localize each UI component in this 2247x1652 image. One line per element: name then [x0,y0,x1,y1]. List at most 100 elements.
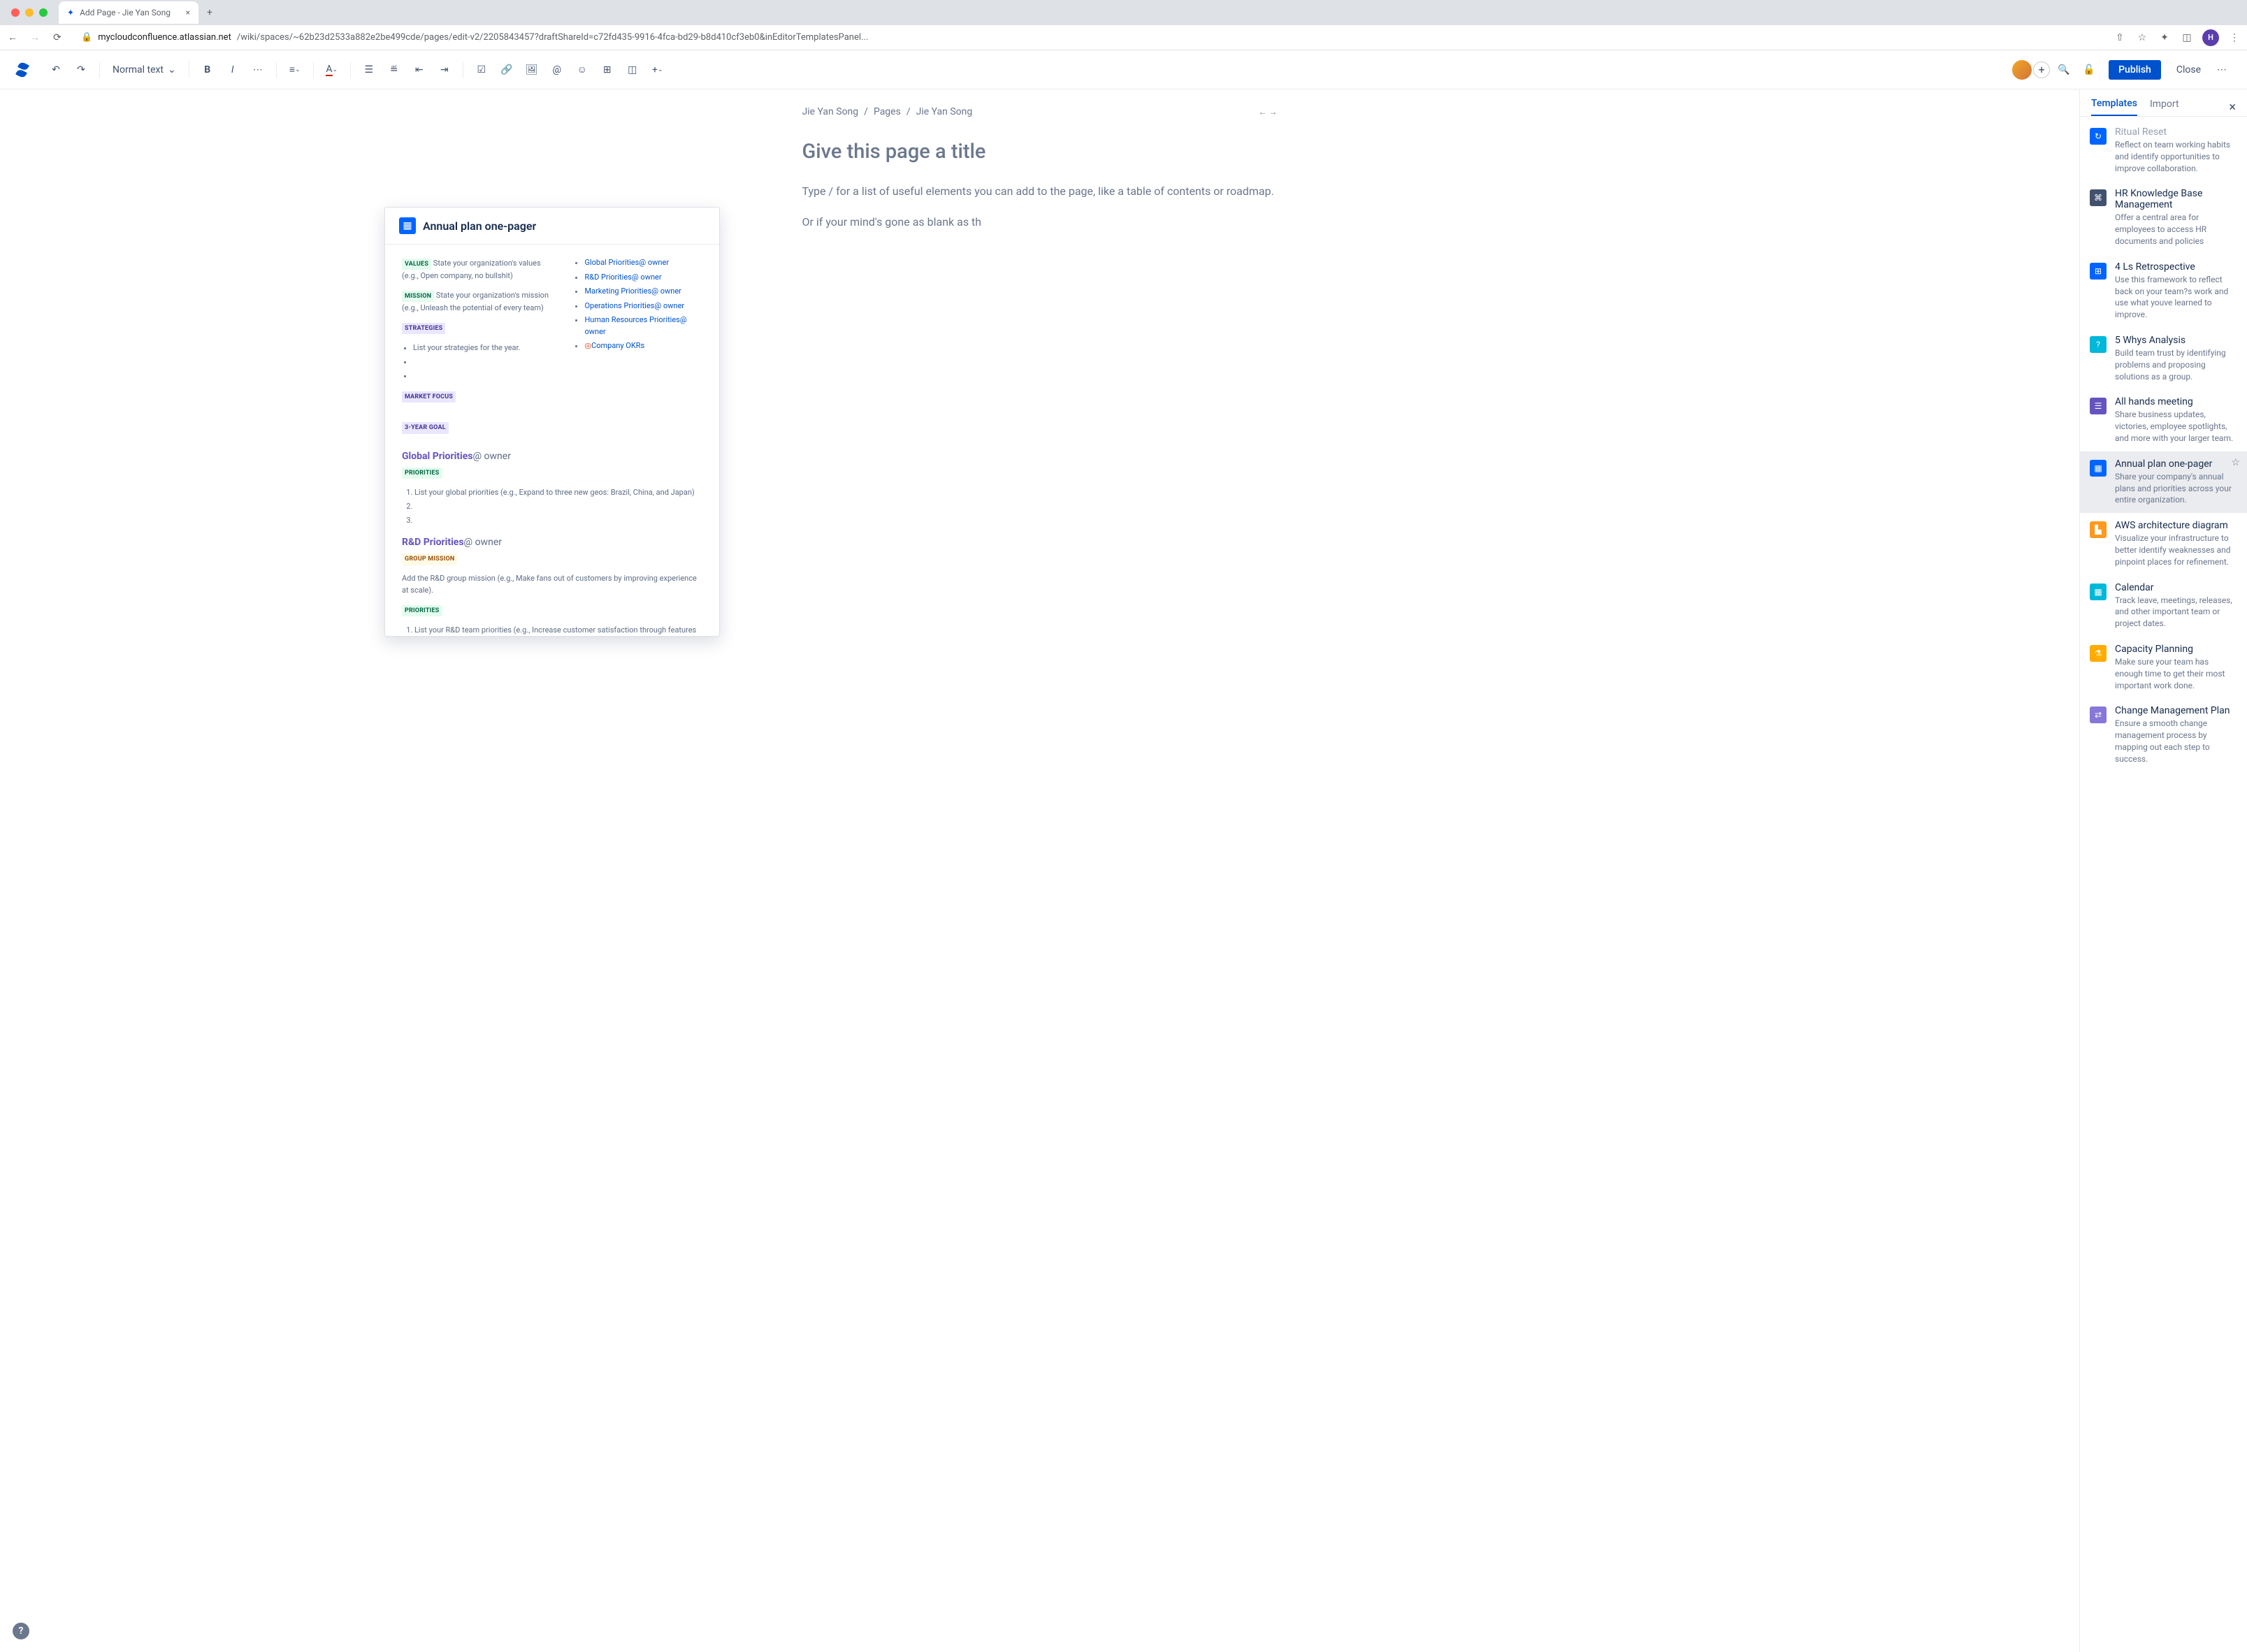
link-global[interactable]: Global Priorities [584,258,639,267]
insert-button[interactable]: + ⌄ [646,59,669,81]
undo-button[interactable]: ↶ [45,59,67,81]
template-item[interactable]: ⊞4 Ls RetrospectiveUse this framework to… [2080,254,2247,328]
indent-button[interactable]: ⇥ [433,59,456,81]
restrictions-button[interactable]: 🔓 [2078,59,2100,81]
link-operations[interactable]: Operations Priorities [584,301,654,310]
market-tag: MARKET FOCUS [402,391,456,403]
emoji-button[interactable]: ☺ [571,59,593,81]
global-priorities-list: List your global priorities (e.g., Expan… [402,486,702,527]
preview-header: ▦ Annual plan one-pager [385,208,719,245]
url-field[interactable]: 🔒 mycloudconfluence.atlassian.net/wiki/s… [73,29,2104,45]
template-item-icon: ▙ [2090,521,2107,538]
template-item[interactable]: ⚗Capacity PlanningMake sure your team ha… [2080,637,2247,698]
bullet-list-button[interactable]: ☰ [358,59,380,81]
user-avatar[interactable] [2011,59,2033,81]
confluence-logo-icon[interactable] [14,61,31,78]
template-item[interactable]: ?5 Whys AnalysisBuild team trust by iden… [2080,328,2247,389]
section-global: Global Priorities@ owner [402,451,702,462]
template-item-icon: ⇄ [2090,707,2107,723]
template-item[interactable]: ☰ All hands meeting Share business updates… [2080,389,2247,451]
star-icon[interactable]: ☆ [2231,457,2240,468]
confluence-tab-icon: ✦ [67,8,74,17]
template-item-desc: Share business updates, victories, emplo… [2115,409,2237,444]
template-item[interactable]: ▙ AWS architecture diagramVisualize your … [2080,513,2247,574]
breadcrumb-item[interactable]: Jie Yan Song [916,106,973,117]
template-item-title: All hands meeting [2115,396,2237,407]
image-button[interactable]: 🖼 [521,59,543,81]
italic-button[interactable]: I [222,59,244,81]
rd-mission-text: Add the R&D group mission (e.g., Make fa… [402,572,702,597]
bullet-item: List your strategies for the year. [413,341,556,355]
numbered-list-button[interactable]: ≝ [383,59,405,81]
more-actions-button[interactable]: ⋯ [2211,59,2233,81]
search-button[interactable]: 🔍 [2053,59,2075,81]
goal-tag: 3-YEAR GOAL [402,422,449,433]
action-item-button[interactable]: ☑ [470,59,493,81]
priorities-tag: PRIORITIES [402,468,442,479]
profile-avatar[interactable]: H [2202,29,2219,46]
bookmark-icon[interactable]: ☆ [2135,32,2149,43]
text-color-button[interactable]: A ⌄ [321,59,343,81]
bold-button[interactable]: B [196,59,219,81]
editor-content[interactable]: Jie Yan Song / Pages / Jie Yan Song ← → … [802,89,1278,261]
template-item[interactable]: ⇄Change Management PlanEnsure a smooth c… [2080,698,2247,771]
publish-button[interactable]: Publish [2109,60,2161,80]
close-sidebar-icon[interactable]: × [2229,100,2236,115]
tab-import[interactable]: Import [2150,99,2179,115]
tab-templates[interactable]: Templates [2091,98,2137,116]
sidebar-tabs: Templates Import × [2080,89,2247,116]
template-item-icon: ☰ [2090,398,2107,414]
table-button[interactable]: ⊞ [596,59,619,81]
browser-tab[interactable]: ✦ Add Page - Jie Yan Song × [59,1,198,24]
mention-button[interactable]: @ [546,59,568,81]
breadcrumb-sep: / [864,106,868,117]
layouts-button[interactable]: ◫ [621,59,644,81]
link-okr[interactable]: Company OKRs [591,341,644,350]
maximize-window-icon[interactable] [39,8,48,17]
reload-button[interactable]: ⟳ [50,32,64,43]
outdent-button[interactable]: ⇤ [408,59,431,81]
forward-button[interactable]: → [28,31,42,43]
link-marketing[interactable]: Marketing Priorities [584,287,651,296]
template-preview-popover: ▦ Annual plan one-pager VALUES State you… [384,207,720,637]
template-list[interactable]: ↻Ritual ResetReflect on team working hab… [2080,117,2247,1652]
window-controls [6,8,53,17]
mission-tag: MISSION [402,291,434,302]
text-style-dropdown[interactable]: Normal text ⌄ [107,59,182,81]
extensions-icon[interactable]: ✦ [2158,32,2172,43]
template-item-title: AWS architecture diagram [2115,520,2237,531]
tab-close-icon[interactable]: × [186,8,190,17]
link-button[interactable]: 🔗 [496,59,518,81]
help-button[interactable]: ? [13,1623,29,1639]
menu-icon[interactable]: ⋮ [2227,32,2241,43]
template-item[interactable]: ▦Annual plan one-pagerShare your company… [2080,451,2247,513]
redo-button[interactable]: ↷ [70,59,92,81]
link-hr[interactable]: Human Resources Priorities [584,315,679,324]
back-button[interactable]: ← [6,31,20,43]
align-button[interactable]: ≡ ⌄ [284,59,306,81]
add-user-button[interactable]: + [2033,61,2050,78]
minimize-window-icon[interactable] [25,8,34,17]
share-icon[interactable]: ⇧ [2113,32,2127,43]
section-rd: R&D Priorities@ owner [402,537,702,548]
template-item-title: Ritual Reset [2115,126,2237,138]
breadcrumb-item[interactable]: Pages [874,106,901,117]
editor-area: Jie Yan Song / Pages / Jie Yan Song ← → … [0,89,2079,1652]
template-item-desc: Visualize your infrastructure to better … [2115,532,2237,567]
template-item[interactable]: ⌘HR Knowledge Base ManagementOffer a cen… [2080,181,2247,254]
expand-width-icon[interactable]: ← → [1259,107,1278,117]
template-item-icon: ⌘ [2090,189,2107,206]
close-button[interactable]: Close [2169,60,2208,80]
template-item[interactable]: ▦CalendarTrack leave, meetings, releases… [2080,575,2247,637]
separator [99,61,100,78]
sidepanel-icon[interactable]: ◫ [2180,32,2194,43]
link-rd[interactable]: R&D Priorities [584,273,631,282]
template-item[interactable]: ↻Ritual ResetReflect on team working hab… [2080,119,2247,181]
close-window-icon[interactable] [11,8,20,17]
new-tab-button[interactable]: + [204,4,215,21]
breadcrumb-item[interactable]: Jie Yan Song [802,106,859,117]
page-title-input[interactable]: Give this page a title [802,140,1278,164]
tab-title: Add Page - Jie Yan Song [80,8,171,17]
more-formatting-button[interactable]: ⋯ [247,59,269,81]
strategies-tag: STRATEGIES [402,323,445,334]
